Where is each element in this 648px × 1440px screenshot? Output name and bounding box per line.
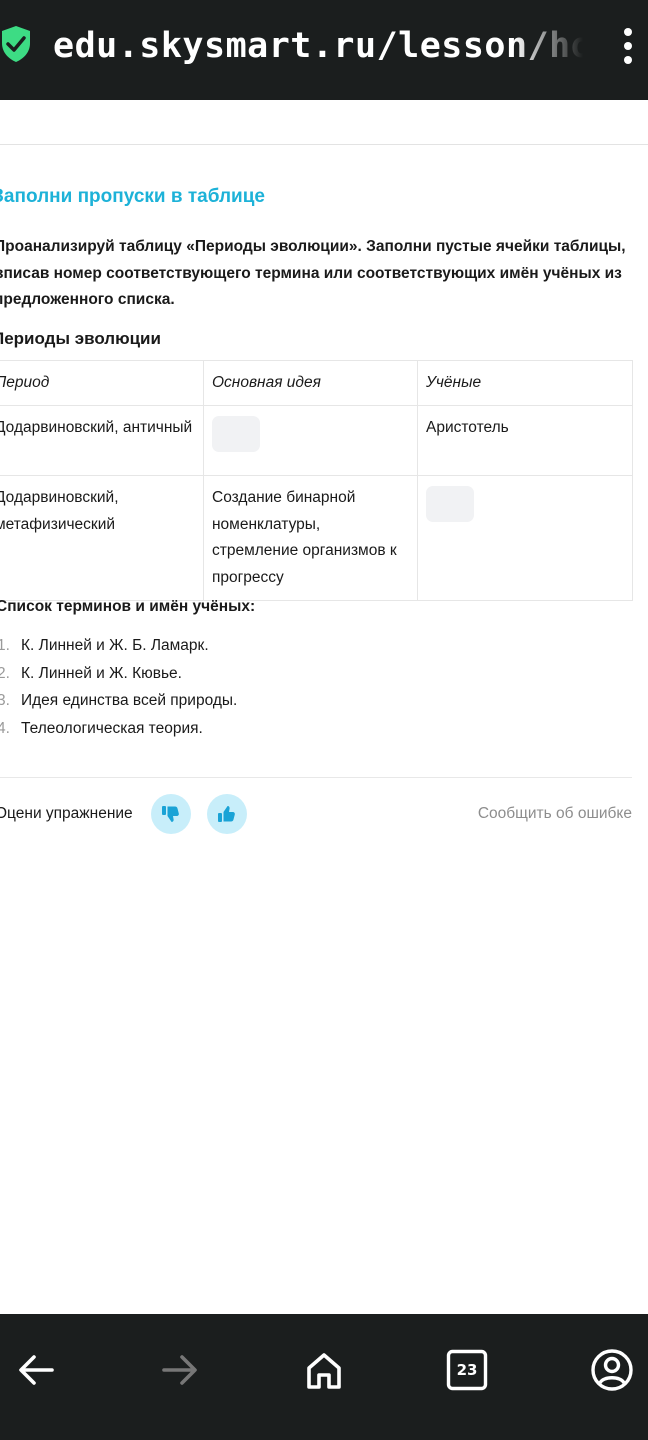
blank-input[interactable] bbox=[212, 416, 260, 452]
table-row: Додарвиновский, античный Аристотель bbox=[0, 405, 633, 476]
list-number: 3. bbox=[0, 692, 10, 709]
idea-cell: Создание бинарной номенклатуры, стремлен… bbox=[203, 475, 418, 601]
exercise-heading: Заполни пропуски в таблице bbox=[0, 186, 265, 207]
period-cell: Додарвиновский, метафизический bbox=[0, 475, 204, 601]
tab-count: 23 bbox=[456, 1361, 478, 1379]
idea-cell bbox=[203, 405, 418, 476]
column-header: Основная идея bbox=[203, 360, 418, 406]
thumbs-up-icon bbox=[218, 806, 235, 822]
list-text: Идея единства всей природы. bbox=[21, 692, 238, 709]
table-header-row: Период Основная идея Учёные bbox=[0, 360, 633, 406]
report-error-link[interactable]: Сообщить об ошибке bbox=[478, 803, 632, 825]
list-text: К. Линней и Ж. Б. Ламарк. bbox=[21, 637, 209, 654]
more-vert-icon[interactable] bbox=[619, 28, 637, 64]
thumbs-down-button[interactable] bbox=[151, 794, 191, 834]
browser-address-bar: edu.skysmart.ru/lesson/homew bbox=[0, 0, 648, 100]
blank-input[interactable] bbox=[426, 486, 474, 522]
divider bbox=[0, 777, 632, 778]
home-icon[interactable] bbox=[302, 1348, 346, 1392]
list-number: 1. bbox=[0, 637, 10, 654]
thumbs-down-icon bbox=[162, 806, 179, 822]
profile-icon[interactable] bbox=[590, 1348, 634, 1392]
tabs-button[interactable]: 23 bbox=[446, 1349, 488, 1391]
scientists-cell: Аристотель bbox=[417, 405, 633, 476]
list-text: Телеологическая теория. bbox=[21, 719, 203, 737]
column-header: Учёные bbox=[417, 360, 633, 406]
table-title: Периоды эволюции bbox=[0, 329, 161, 348]
arrow-back-icon[interactable] bbox=[14, 1348, 58, 1392]
divider bbox=[0, 144, 648, 145]
list-number: 4. bbox=[0, 719, 10, 737]
exercise-description: Проанализируй таблицу «Периоды эволюции»… bbox=[0, 238, 626, 308]
thumbs-up-button[interactable] bbox=[207, 794, 247, 834]
terms-list-title: Список терминов и имён учёных: bbox=[0, 598, 256, 615]
shield-check-icon[interactable] bbox=[0, 26, 32, 62]
evolution-periods-table: Период Основная идея Учёные Додарвиновск… bbox=[0, 360, 633, 601]
column-header: Период bbox=[0, 360, 204, 406]
arrow-forward-icon[interactable] bbox=[158, 1348, 202, 1392]
period-cell: Додарвиновский, античный bbox=[0, 405, 204, 476]
list-text: К. Линней и Ж. Кювье. bbox=[21, 664, 182, 682]
table-row: Додарвиновский, метафизический Создание … bbox=[0, 475, 633, 601]
url-field[interactable]: edu.skysmart.ru/lesson/homew bbox=[53, 22, 583, 70]
scientists-cell bbox=[417, 475, 633, 601]
list-number: 2. bbox=[0, 664, 10, 682]
rate-exercise-label: Оцени упражнение bbox=[0, 805, 133, 822]
